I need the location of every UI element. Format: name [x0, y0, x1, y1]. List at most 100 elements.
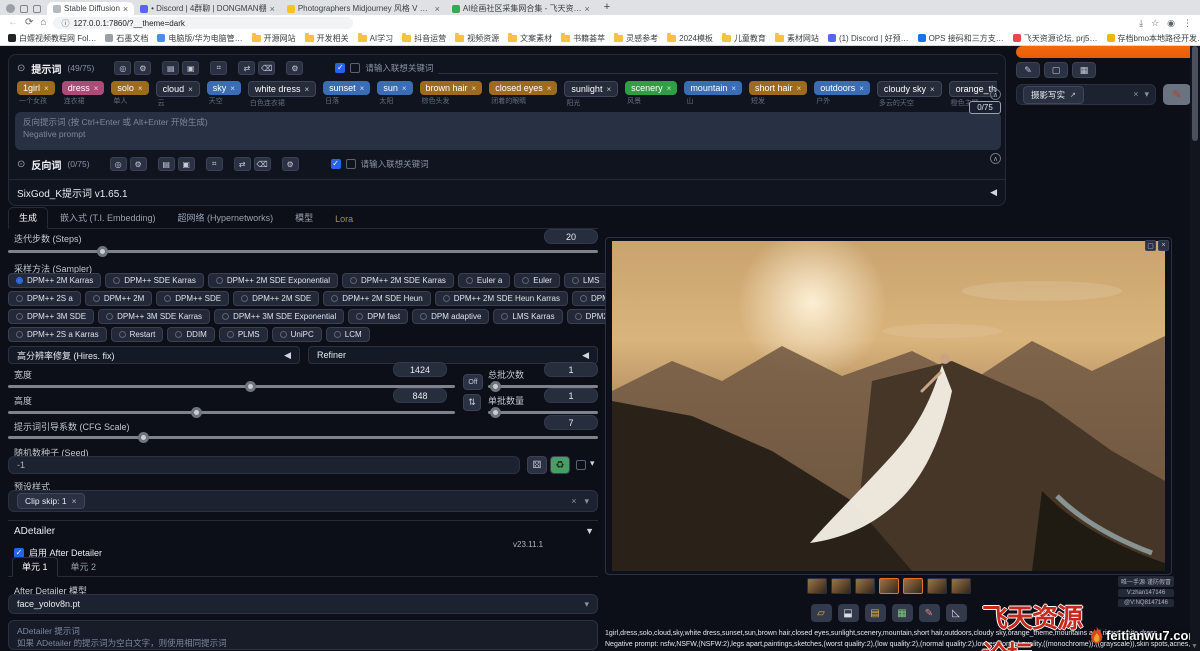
keyword-toggle[interactable]: [350, 63, 360, 73]
tag-pill[interactable]: mountain×: [684, 81, 742, 95]
gear-icon[interactable]: ⚙: [134, 61, 151, 75]
prompt-tag[interactable]: scenery×风景: [625, 81, 677, 108]
bookmark-item[interactable]: 儿童教育: [722, 33, 766, 44]
tag-remove-icon[interactable]: ×: [304, 85, 309, 94]
sampler-option[interactable]: LCM: [326, 327, 370, 342]
generated-image[interactable]: [612, 241, 1165, 571]
sampler-option[interactable]: Restart: [111, 327, 164, 342]
tag-remove-icon[interactable]: ×: [402, 84, 407, 93]
tab-extra-3[interactable]: 模型: [285, 208, 323, 228]
browser-tab[interactable]: • Discord | 4群聊 | DONGMAN棚 ×: [134, 2, 281, 15]
sampler-option[interactable]: PLMS: [219, 327, 268, 342]
sixgod-accordion[interactable]: SixGod_K提示词 v1.65.1 ◀: [17, 185, 997, 200]
tag-remove-icon[interactable]: ×: [94, 84, 99, 93]
prompt-tag[interactable]: dress×连衣裙: [62, 81, 105, 108]
tag-remove-icon[interactable]: ×: [606, 85, 611, 94]
sampler-option[interactable]: DPM++ 2M SDE Exponential: [208, 273, 338, 288]
trash-icon[interactable]: ⌫: [258, 61, 275, 75]
prompt-tag[interactable]: closed eyes×闭着的眼睛: [489, 81, 557, 108]
tag-pill[interactable]: short hair×: [749, 81, 807, 95]
cfg-value[interactable]: 7: [544, 415, 598, 430]
unit-2-tab[interactable]: 单元 2: [62, 558, 106, 576]
bookmark-item[interactable]: 文案素材: [508, 33, 552, 44]
sampler-option[interactable]: DPM++ 3M SDE: [8, 309, 94, 324]
hires-fix-accordion[interactable]: 高分辨率修复 (Hires. fix)◀: [8, 346, 300, 364]
quick-style-tag[interactable]: 摄影写实 ↗: [1023, 86, 1084, 104]
height-slider[interactable]: [8, 411, 455, 414]
keyword-input[interactable]: [438, 62, 998, 74]
sampler-option[interactable]: DPM++ 2M Karras: [8, 273, 101, 288]
sampler-option[interactable]: DDIM: [167, 327, 214, 342]
tag-remove-icon[interactable]: ×: [360, 84, 365, 93]
batch-count-value[interactable]: 1: [544, 362, 598, 377]
tag-pill[interactable]: dress×: [62, 81, 105, 95]
bookmark-item[interactable]: 白嫖视频教程网 Fol…: [8, 33, 96, 44]
tab-extra-1[interactable]: 嵌入式 (T.I. Embedding): [50, 208, 166, 228]
gallery-thumbnail[interactable]: [951, 578, 971, 594]
adetailer-model-select[interactable]: face_yolov8n.pt ▾: [8, 594, 598, 614]
send-to-inpaint-button[interactable]: ✎: [919, 604, 940, 622]
prompt-tag[interactable]: sunset×日落: [323, 81, 370, 108]
keyword-checkbox[interactable]: ✓: [335, 63, 345, 73]
scrollbar-thumb[interactable]: [1192, 46, 1198, 141]
sampler-option[interactable]: DPM++ 3M SDE Karras: [98, 309, 210, 324]
prompt-tag[interactable]: short hair×短发: [749, 81, 807, 108]
clear-styles-icon[interactable]: ×: [571, 496, 576, 507]
tab-close-icon[interactable]: ×: [585, 4, 590, 14]
prompt-tag[interactable]: solo×单人: [111, 81, 148, 108]
collapse-chevron-icon-2[interactable]: ∧: [990, 153, 1001, 164]
bookmark-item[interactable]: AI学习: [358, 33, 394, 44]
height-value[interactable]: 848: [393, 388, 447, 403]
sampler-option[interactable]: DPM++ 3M SDE Exponential: [214, 309, 344, 324]
info-icon[interactable]: ⓘ: [61, 18, 69, 29]
tag-remove-icon[interactable]: ×: [667, 84, 672, 93]
browser-tab[interactable]: AI绘画社区采集网合集 - 飞天资… ×: [446, 2, 596, 15]
unit-1-tab[interactable]: 单元 1: [12, 557, 58, 577]
tab-close-icon[interactable]: ×: [123, 4, 128, 14]
expand-image-icon[interactable]: ▢: [1145, 240, 1156, 251]
bookmark-item[interactable]: 开发相关: [305, 33, 349, 44]
tag-pill[interactable]: cloud×: [156, 81, 200, 97]
notebook-icon[interactable]: ▤: [158, 157, 175, 171]
swap-icon[interactable]: ⇄: [238, 61, 255, 75]
edit-styles-button[interactable]: ✎: [1163, 84, 1191, 105]
sampler-option[interactable]: DPM++ SDE: [156, 291, 229, 306]
style-tag[interactable]: Clip skip: 1×: [17, 493, 85, 509]
browser-tab[interactable]: Stable Diffusion ×: [47, 2, 134, 15]
tag-remove-icon[interactable]: ×: [930, 85, 935, 94]
tag-pill[interactable]: sunlight×: [564, 81, 618, 97]
extra-seed-checkbox[interactable]: [576, 460, 586, 470]
ok-icon[interactable]: ⌗: [206, 157, 223, 171]
tag-remove-icon[interactable]: ×: [188, 85, 193, 94]
menu-icon[interactable]: ⋮: [1183, 18, 1192, 29]
clear-quick-styles-icon[interactable]: ×: [1133, 89, 1138, 100]
swap-icon[interactable]: ⇄: [234, 157, 251, 171]
tag-remove-icon[interactable]: ×: [138, 84, 143, 93]
sampler-option[interactable]: Euler: [514, 273, 560, 288]
prompt-tag[interactable]: sky×天空: [207, 81, 241, 108]
layout-icon[interactable]: ▣: [182, 61, 199, 75]
bookmark-item[interactable]: 石墨文档: [105, 33, 148, 44]
quick-styles-dropdown-icon[interactable]: ▾: [1144, 89, 1149, 100]
tag-pill[interactable]: sunset×: [323, 81, 370, 95]
bookmark-item[interactable]: 电脑版/华为电脑管…: [157, 33, 242, 44]
browser-tab[interactable]: Photographers Midjourney 风格 V 5… ×: [281, 2, 446, 15]
bookmark-item[interactable]: 2024模板: [667, 33, 713, 44]
home-icon[interactable]: ⌂: [40, 18, 46, 28]
off-button[interactable]: Off: [463, 374, 483, 390]
tag-pill[interactable]: sun×: [377, 81, 412, 95]
tab-close-icon[interactable]: ×: [435, 4, 440, 14]
save-zip-button[interactable]: ▤: [865, 604, 886, 622]
collapse-prompt-icon[interactable]: ⊙: [17, 63, 25, 74]
profile-icon[interactable]: ◉: [1167, 18, 1175, 29]
neg-keyword-toggle[interactable]: [346, 159, 356, 169]
sampler-option[interactable]: DPM++ 2M SDE Karras: [342, 273, 454, 288]
tab-search-icon[interactable]: [20, 5, 28, 13]
styles-dropdown-icon[interactable]: ▾: [584, 496, 589, 507]
prompt-tag[interactable]: cloudy sky×多云的天空: [877, 81, 942, 108]
grid-icon[interactable]: ▦: [1072, 62, 1096, 78]
tab-close-icon[interactable]: ×: [270, 4, 275, 14]
tag-pill[interactable]: closed eyes×: [489, 81, 557, 95]
tag-remove-icon[interactable]: ×: [230, 84, 235, 93]
prompt-tag[interactable]: sunlight×阳光: [564, 81, 618, 108]
